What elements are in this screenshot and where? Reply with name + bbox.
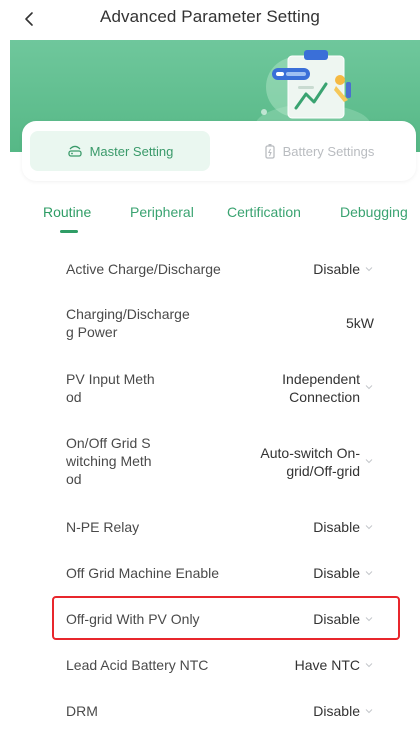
row-charging-discharging-power[interactable]: Charging/Discharge g Power 5kW (50, 305, 400, 345)
battery-icon (264, 144, 275, 159)
row-value: Have NTC (294, 657, 360, 673)
row-value: Independent Connection (282, 371, 360, 405)
chevron-down-icon (365, 663, 373, 668)
row-label: Lead Acid Battery NTC (66, 657, 209, 673)
sub-tab-bar: Routine Peripheral Certification Debuggi… (0, 196, 420, 236)
row-value: 5kW (346, 315, 374, 331)
subtab-peripheral[interactable]: Peripheral (130, 204, 194, 220)
row-value: Disable (313, 565, 360, 581)
row-on-off-grid-switching-method[interactable]: On/Off Grid S witching Meth od Auto-swit… (50, 434, 400, 490)
chevron-down-icon (365, 459, 373, 464)
row-n-pe-relay[interactable]: N-PE Relay Disable (50, 516, 400, 538)
row-value: Disable (313, 611, 360, 627)
chevron-down-icon (365, 571, 373, 576)
subtab-certification[interactable]: Certification (227, 204, 301, 220)
router-icon (67, 145, 82, 157)
page-title: Advanced Parameter Setting (100, 7, 320, 26)
row-value: Auto-switch On- grid/Off-grid (260, 445, 360, 479)
row-label: N-PE Relay (66, 519, 140, 535)
row-value: Disable (313, 519, 360, 535)
chevron-down-icon (365, 709, 373, 714)
chevron-down-icon (365, 617, 373, 622)
row-label: Off-grid With PV Only (66, 611, 200, 627)
row-label: On/Off Grid S witching Meth od (66, 435, 152, 487)
row-label: Off Grid Machine Enable (66, 565, 220, 581)
row-value: Disable (313, 261, 360, 277)
row-off-grid-with-pv-only[interactable]: Off-grid With PV Only Disable (50, 608, 400, 630)
active-subtab-indicator (60, 230, 78, 233)
row-pv-input-method[interactable]: PV Input Meth od Independent Connection (50, 370, 400, 410)
row-drm[interactable]: DRM Disable (50, 700, 400, 722)
subtab-debugging[interactable]: Debugging (340, 204, 408, 220)
subtab-routine[interactable]: Routine (43, 204, 91, 220)
row-lead-acid-battery-ntc[interactable]: Lead Acid Battery NTC Have NTC (50, 654, 400, 676)
tab-master-setting-label: Master Setting (89, 143, 174, 159)
tab-battery-settings[interactable]: Battery Settings (234, 131, 404, 171)
top-bar: Advanced Parameter Setting (0, 0, 420, 38)
row-label: DRM (66, 703, 98, 719)
row-value: Disable (313, 703, 360, 719)
chevron-down-icon (365, 267, 373, 272)
tab-master-setting[interactable]: Master Setting (30, 131, 210, 171)
row-active-charge-discharge[interactable]: Active Charge/Discharge Disable (50, 258, 400, 280)
row-label: PV Input Meth od (66, 371, 155, 405)
chevron-down-icon (365, 385, 373, 390)
row-label: Active Charge/Discharge (66, 261, 221, 277)
row-label: Charging/Discharge g Power (66, 306, 190, 340)
tab-battery-settings-label: Battery Settings (282, 143, 375, 159)
row-off-grid-machine-enable[interactable]: Off Grid Machine Enable Disable (50, 562, 400, 584)
setting-tabs-card: Master Setting Battery Settings (22, 121, 416, 181)
chevron-down-icon (365, 525, 373, 530)
